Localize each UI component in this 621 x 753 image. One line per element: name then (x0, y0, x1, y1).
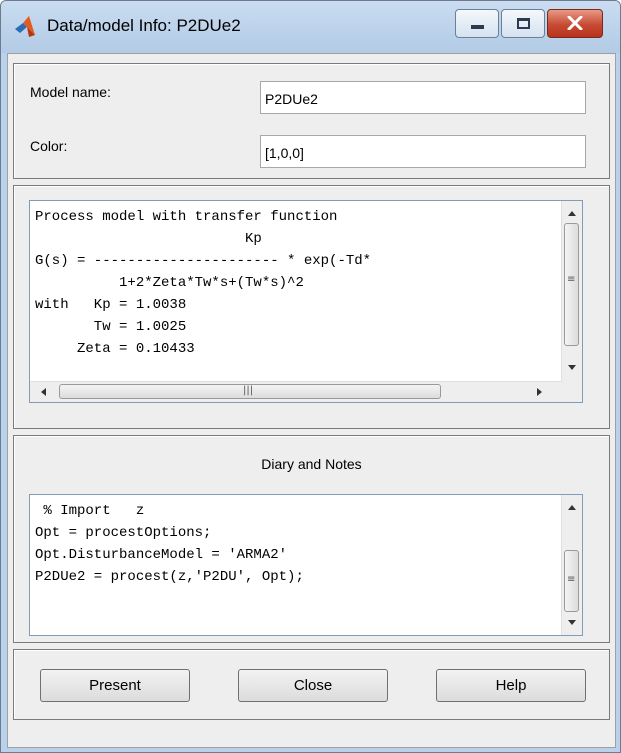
scrollbar-corner (562, 382, 582, 402)
model-text-line: Tw = 1.0025 (35, 319, 187, 335)
maximize-button[interactable] (501, 9, 545, 38)
model-name-label: Model name: (30, 84, 111, 100)
close-icon (567, 16, 583, 30)
close-window-button[interactable] (547, 9, 603, 38)
title-bar[interactable]: Data/model Info: P2DUe2 (1, 1, 620, 53)
diary-line: P2DUe2 = procest(z,'P2DU', Opt); (35, 569, 304, 585)
model-info-panel: Model name: P2DUe2 Color: [1,0,0] (13, 63, 610, 179)
model-text-area[interactable]: Process model with transfer function Kp … (29, 200, 583, 403)
model-text-viewport: Process model with transfer function Kp … (35, 206, 563, 381)
close-button[interactable]: Close (238, 669, 388, 702)
window-title: Data/model Info: P2DUe2 (47, 16, 241, 35)
model-text-line: Zeta = 0.10433 (35, 341, 195, 357)
model-name-field[interactable]: P2DUe2 (260, 81, 586, 114)
scroll-left-arrow-icon[interactable] (41, 388, 46, 396)
present-button[interactable]: Present (40, 669, 190, 702)
diary-text-area[interactable]: % Import z Opt = procestOptions; Opt.Dis… (29, 494, 583, 636)
scroll-grip-icon: ||| (243, 385, 254, 396)
model-text-horizontal-scrollbar[interactable]: ||| (30, 381, 562, 402)
model-text-horizontal-thumb[interactable]: ||| (59, 384, 441, 399)
diary-vertical-thumb[interactable]: ≡ (564, 550, 579, 612)
model-text-line: Kp (35, 231, 262, 247)
color-field[interactable]: [1,0,0] (260, 135, 586, 168)
scroll-down-arrow-icon[interactable] (568, 365, 576, 370)
model-text-panel: Process model with transfer function Kp … (13, 185, 610, 429)
dialog-client: Model name: P2DUe2 Color: [1,0,0] Proces… (7, 53, 616, 748)
model-text-vertical-thumb[interactable]: ≡ (564, 223, 579, 346)
help-button[interactable]: Help (436, 669, 586, 702)
diary-panel: Diary and Notes % Import z Opt = procest… (13, 435, 610, 643)
diary-line: Opt.DisturbanceModel = 'ARMA2' (35, 547, 288, 563)
model-text-line: with Kp = 1.0038 (35, 297, 187, 313)
minimize-button[interactable] (455, 9, 499, 38)
model-text-vertical-scrollbar[interactable]: ≡ (561, 201, 582, 382)
scroll-grip-icon: ≡ (567, 574, 576, 585)
button-panel: Present Close Help (13, 649, 610, 720)
scroll-right-arrow-icon[interactable] (537, 388, 542, 396)
scroll-up-arrow-icon[interactable] (568, 211, 576, 216)
minimize-icon (471, 25, 484, 29)
model-text-line: 1+2*Zeta*Tw*s+(Tw*s)^2 (35, 275, 304, 291)
dialog-window: Data/model Info: P2DUe2 Model name: P2DU… (0, 0, 621, 753)
model-text-line: G(s) = ---------------------- * exp(-Td* (35, 253, 372, 269)
matlab-icon (15, 16, 35, 37)
scroll-grip-icon: ≡ (567, 274, 576, 285)
diary-line: Opt = procestOptions; (35, 525, 212, 541)
diary-line: % Import z (35, 503, 145, 519)
scroll-down-arrow-icon[interactable] (568, 620, 576, 625)
diary-vertical-scrollbar[interactable]: ≡ (561, 495, 582, 635)
model-text-line: Process model with transfer function (35, 209, 338, 225)
diary-text-viewport: % Import z Opt = procestOptions; Opt.Dis… (35, 500, 563, 634)
color-label: Color: (30, 138, 68, 154)
maximize-icon (517, 18, 530, 29)
diary-title: Diary and Notes (261, 456, 362, 472)
scroll-up-arrow-icon[interactable] (568, 505, 576, 510)
